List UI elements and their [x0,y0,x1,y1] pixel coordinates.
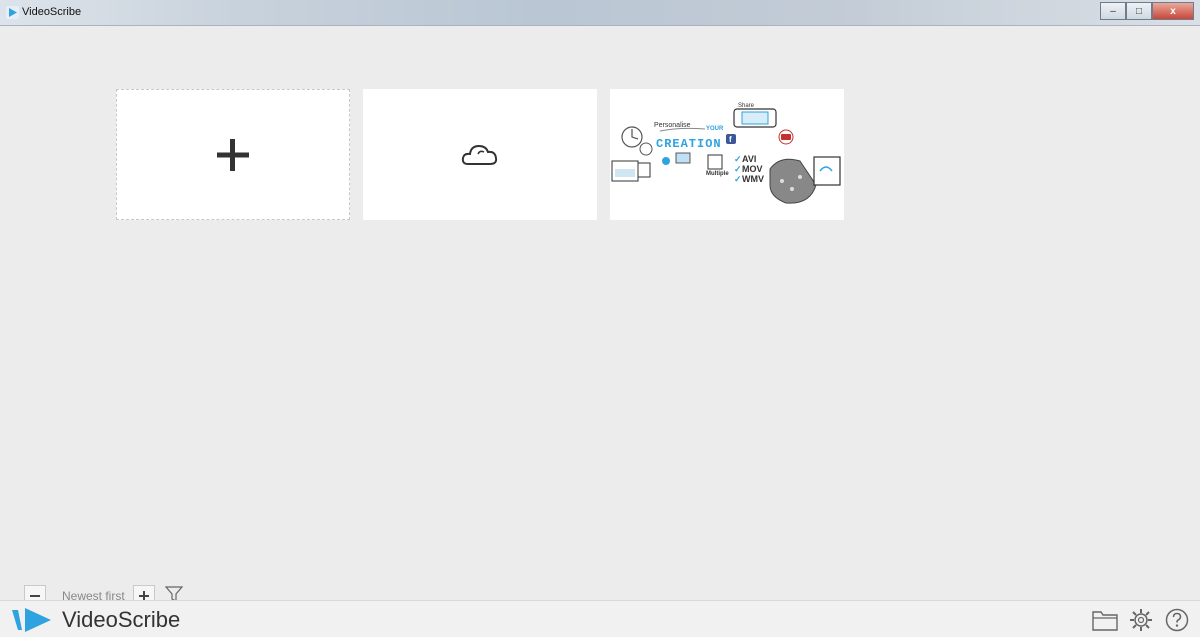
window-titlebar: VideoScribe – □ x [0,0,1200,26]
thumb-creation: CREATION [656,137,722,151]
settings-gear-icon [1130,609,1152,631]
minimize-button[interactable]: – [1100,2,1126,20]
cloud-icon [461,144,498,165]
folder-icon [1092,611,1118,631]
help-icon [1165,608,1189,632]
videoscribe-logo-icon [12,608,51,632]
thumb-share: Share [738,103,755,109]
thumb-multiple: Multiple [706,171,729,177]
svg-text:f: f [729,135,732,144]
open-cloud-tile[interactable] [363,89,597,220]
svg-text:✓: ✓ [734,154,742,164]
settings-button[interactable] [1128,607,1154,633]
thumb-format-wmv: WMV [742,174,764,184]
new-scribe-tile[interactable] [116,89,350,220]
window-title: VideoScribe [22,6,82,18]
svg-text:✓: ✓ [734,164,742,174]
footer-bar: VideoScribe [0,600,1200,637]
project-thumbnail: Personalise YOUR CREATION Share f Multip… [610,89,844,220]
thumb-your: YOUR [706,126,724,132]
maximize-button[interactable]: □ [1126,2,1152,20]
videoscribe-app-icon [6,6,19,19]
brand-name: VideoScribe [62,607,181,632]
thumb-format-avi: AVI [742,154,756,164]
svg-text:✓: ✓ [734,174,742,184]
plus-icon [217,138,249,171]
folder-button[interactable] [1092,607,1118,633]
help-button[interactable] [1164,607,1190,633]
scribe-gallery: Personalise YOUR CREATION Share f Multip… [0,26,1200,607]
thumb-format-mov: MOV [742,164,763,174]
close-button[interactable]: x [1152,2,1194,20]
project-thumbnail-tile[interactable]: Personalise YOUR CREATION Share f Multip… [610,89,844,220]
brand: VideoScribe [12,607,180,633]
